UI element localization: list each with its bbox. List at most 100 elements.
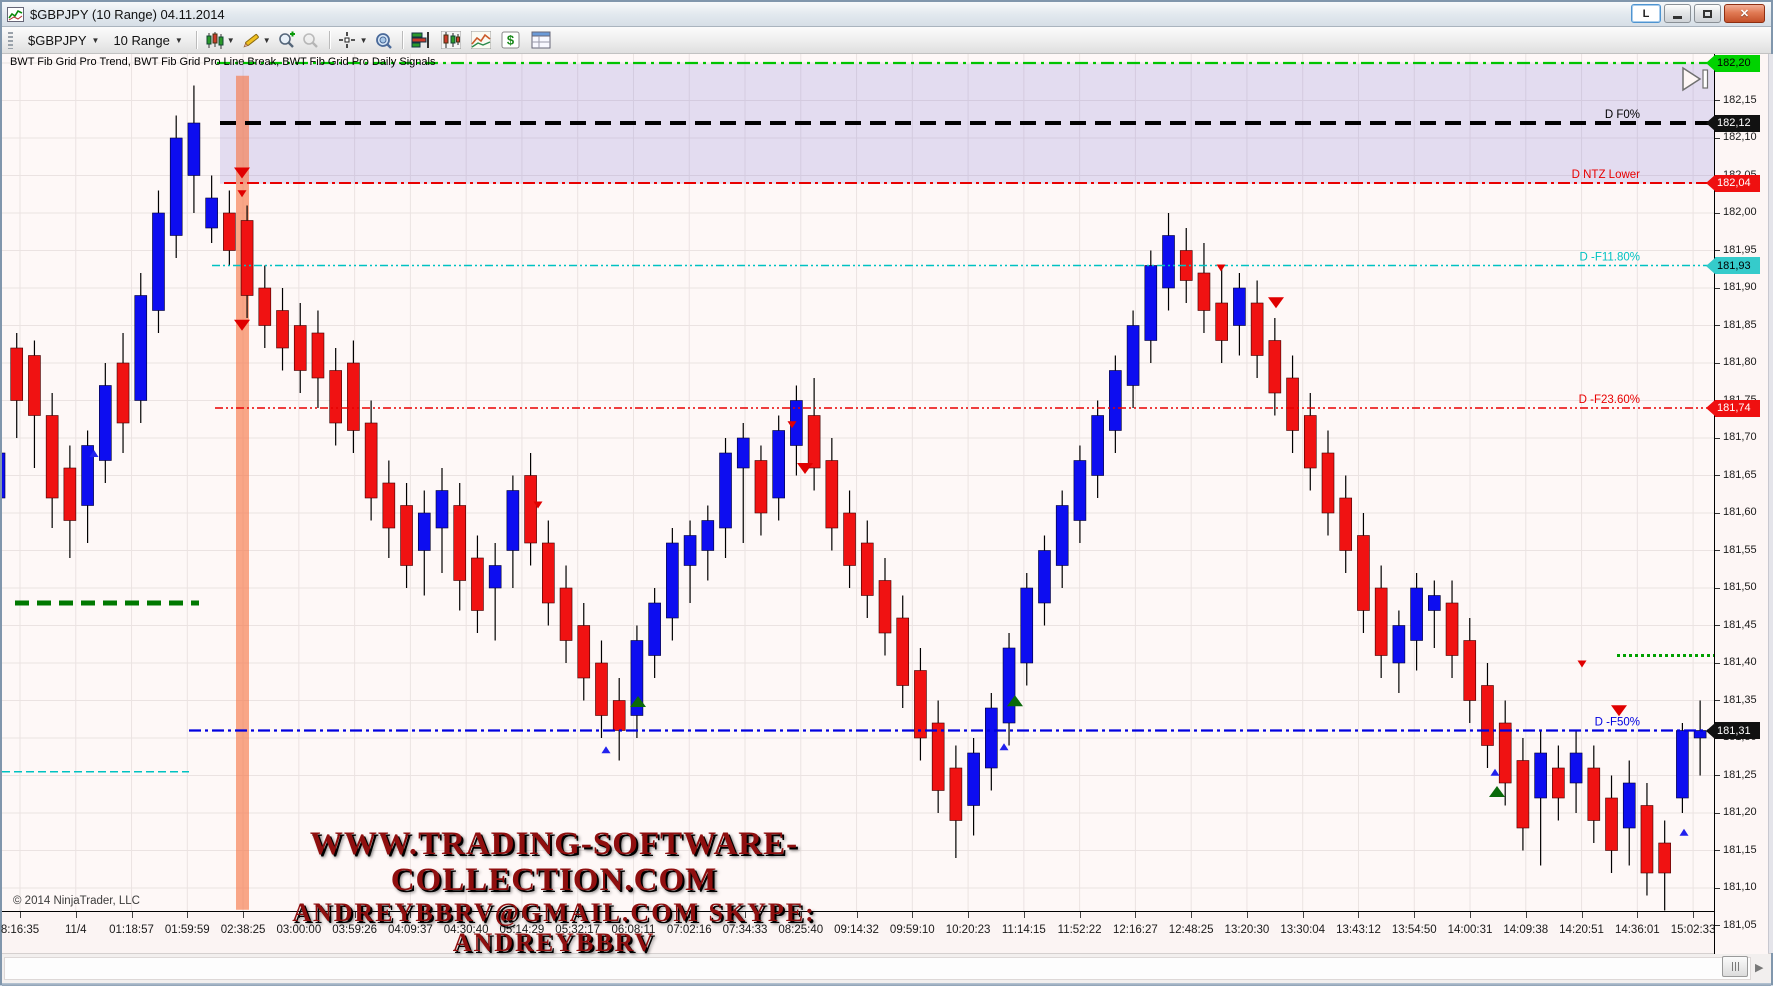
vertical-scrollbar[interactable] [1768,54,1773,953]
market-analyzer-icon[interactable] [409,29,433,51]
svg-text:$: $ [507,33,515,48]
watermark: WWW.TRADING-SOFTWARE-COLLECTION.COM ANDR… [234,826,874,958]
up-blue-triangle-icon [602,746,611,753]
line-chart-icon[interactable] [469,29,493,51]
down-red-triangle-icon [1268,297,1284,308]
price-tick [1715,813,1720,814]
window-title: $GBPJPY (10 Range) 04.11.2014 [30,7,225,22]
scrollbar-thumb[interactable] [1722,956,1748,977]
price-label: 181,45 [1723,619,1769,631]
chevron-down-icon: ▼ [92,36,100,45]
price-tick [1715,250,1720,251]
price-tick [1715,138,1720,139]
down-red-triangle-icon [1217,265,1226,272]
time-tick [132,912,133,918]
price-label: 181,55 [1723,544,1769,556]
toolbar-separator [329,31,330,49]
down-red-triangle-icon [797,463,813,474]
candlestick-chart[interactable]: D F0%D NTZ LowerD -F11.80%D -F23.60%D -F… [2,54,1714,911]
price-tick [1715,288,1720,289]
price-tick [1715,663,1720,664]
maximize-button[interactable] [1694,4,1721,23]
price-label: 181,60 [1723,506,1769,518]
account-panel-icon[interactable] [529,29,553,51]
toolbar-separator [402,31,403,49]
session-open-column [236,76,249,910]
price-tag: 181,93 [1706,257,1760,274]
price-tick [1715,363,1720,364]
price-label: 181,70 [1723,431,1769,443]
crosshair-icon[interactable] [336,29,360,51]
price-label: 182,10 [1723,131,1769,143]
time-tick [1582,912,1583,918]
price-tick [1715,325,1720,326]
price-tag: 182,04 [1706,175,1760,192]
price-label: 181,10 [1723,881,1769,893]
time-tick [1526,912,1527,918]
time-tick [1637,912,1638,918]
time-tick [20,912,21,918]
price-label: 181,20 [1723,806,1769,818]
app-window: $GBPJPY (10 Range) 04.11.2014 L ✕ $GBPJP… [0,0,1773,985]
svg-text:D F0%: D F0% [1605,109,1640,121]
instrument-selector[interactable]: $GBPJPY ▼ [21,30,106,51]
chart-window-icon [7,7,24,22]
time-tick [1135,912,1136,918]
down-red-triangle-icon [1578,661,1587,668]
period-selector[interactable]: 10 Range ▼ [106,30,189,51]
time-tick [1414,912,1415,918]
price-label: 181,05 [1723,919,1769,931]
price-tag: 182,12 [1706,115,1760,132]
scrollbar-track[interactable] [4,957,1751,980]
close-button[interactable]: ✕ [1724,4,1765,23]
down-red-triangle-icon [1611,705,1627,716]
zoom-out-icon[interactable] [299,29,323,51]
price-tick [1715,625,1720,626]
watermark-line1: WWW.TRADING-SOFTWARE-COLLECTION.COM [234,826,874,898]
chart-toolbar: $GBPJPY ▼ 10 Range ▼ ▼ ▼ ▼ [2,27,1771,54]
time-tick [1303,912,1304,918]
dollar-icon[interactable]: $ [499,29,523,51]
chart-plot-area[interactable]: D F0%D NTZ LowerD -F11.80%D -F23.60%D -F… [2,54,1714,911]
price-label: 181,25 [1723,769,1769,781]
copyright-notice: © 2014 NinjaTrader, LLC [13,895,140,907]
price-axis[interactable]: 182,15182,10182,05182,00181,95181,90181,… [1714,54,1768,954]
price-tick [1715,775,1720,776]
price-label: 181,15 [1723,844,1769,856]
zoom-in-icon[interactable] [275,29,299,51]
toolbar-grip[interactable] [8,32,13,49]
time-tick [187,912,188,918]
svg-text:D NTZ Lower: D NTZ Lower [1572,169,1641,181]
instrument-label: $GBPJPY [28,33,87,48]
time-tick [1247,912,1248,918]
up-green-triangle-icon [1489,786,1505,797]
bar-type-icon[interactable] [203,29,227,51]
chevron-down-icon[interactable]: ▼ [227,36,235,45]
zoom-window-icon[interactable] [372,29,396,51]
link-button[interactable]: L [1631,4,1661,23]
price-tag: 181,74 [1706,400,1760,417]
price-tag: 181,31 [1706,722,1760,739]
scrollbar-right-arrow-icon[interactable]: ▶ [1755,961,1763,974]
title-bar[interactable]: $GBPJPY (10 Range) 04.11.2014 L ✕ [2,2,1771,27]
chevron-down-icon[interactable]: ▼ [263,36,271,45]
indicator-label: BWT Fib Grid Pro Trend, BWT Fib Grid Pro… [10,56,435,68]
price-tick [1715,475,1720,476]
time-tick [1358,912,1359,918]
price-tick [1715,438,1720,439]
price-label: 181,40 [1723,656,1769,668]
price-tick [1715,700,1720,701]
price-label: 181,90 [1723,281,1769,293]
price-label: 181,85 [1723,319,1769,331]
price-tick [1715,213,1720,214]
minimize-button[interactable] [1664,4,1691,23]
watermark-line2: ANDREYBBRV@GMAIL.COM SKYPE: ANDREYBBRV [234,898,874,958]
up-blue-triangle-icon [1680,829,1689,836]
daily-fib-zone [220,64,1714,184]
drawing-tools-icon[interactable] [239,29,263,51]
price-tick [1715,550,1720,551]
period-label: 10 Range [113,33,169,48]
chart-icon[interactable] [439,29,463,51]
chevron-down-icon[interactable]: ▼ [360,36,368,45]
time-tick [1191,912,1192,918]
